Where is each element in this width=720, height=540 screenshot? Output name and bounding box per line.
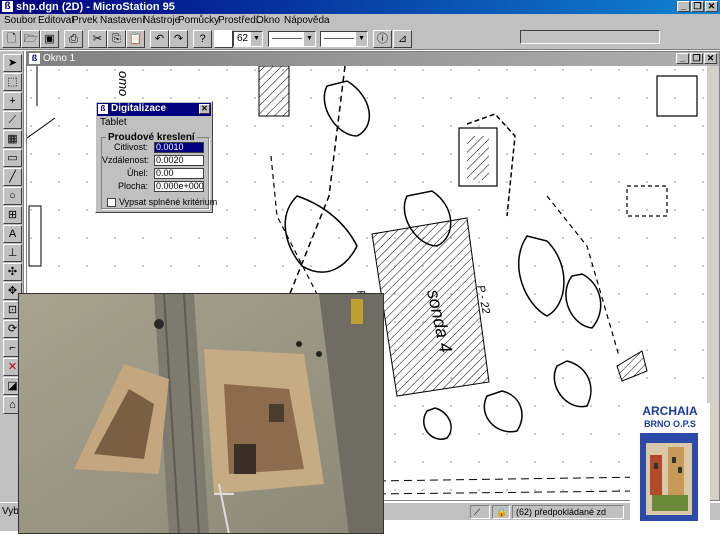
select-arrow-icon[interactable]: ➤ bbox=[3, 54, 22, 72]
view-close-button[interactable]: ✕ bbox=[704, 53, 717, 64]
aerial-photo-image bbox=[19, 294, 383, 533]
wall-fill bbox=[467, 136, 489, 180]
color-combo[interactable]: 62 ▼ bbox=[233, 31, 263, 47]
toolbar-right-pane bbox=[520, 30, 660, 44]
point-icon[interactable]: + bbox=[3, 92, 22, 110]
dialog-title: Digitalizace bbox=[111, 103, 167, 114]
menu-nastaveni[interactable]: Nastavení bbox=[100, 15, 145, 26]
line-weight-combo[interactable]: ――― 3 ▼ bbox=[320, 31, 368, 47]
help-icon[interactable]: ? bbox=[193, 30, 212, 48]
dialog-app-icon: ß bbox=[98, 104, 108, 114]
view-maximize-button[interactable]: ❐ bbox=[690, 53, 703, 64]
menu-editovat[interactable]: Editovat bbox=[38, 15, 74, 26]
level-icon[interactable]: ⊿ bbox=[393, 30, 412, 48]
digitalizace-dialog[interactable]: ß Digitalizace ✕ Tablet Proudové kreslen… bbox=[95, 101, 217, 213]
new-file-icon[interactable]: 🗋 bbox=[2, 30, 21, 48]
dimension-icon[interactable]: ⊥ bbox=[3, 244, 22, 262]
status-locks: (62) předpokládané zd bbox=[512, 505, 624, 519]
vypsat-checkbox[interactable] bbox=[107, 198, 116, 207]
app-title: shp.dgn (2D) - MicroStation 95 bbox=[16, 1, 175, 13]
menu-nastroje[interactable]: Nástroje bbox=[143, 15, 180, 26]
aerial-photo bbox=[18, 293, 384, 534]
modify-icon[interactable]: ⟋ bbox=[3, 111, 22, 129]
chevron-down-icon: ▼ bbox=[356, 32, 367, 46]
copy-icon[interactable]: ⎘ bbox=[107, 30, 126, 48]
rectangle-icon[interactable]: ▭ bbox=[3, 149, 22, 167]
line-style-combo[interactable]: ――― 0 ▼ bbox=[268, 31, 316, 47]
dialog-title-bar[interactable]: ß Digitalizace ✕ bbox=[97, 103, 211, 116]
chevron-down-icon: ▼ bbox=[304, 32, 315, 46]
minimize-button[interactable]: _ bbox=[677, 1, 690, 12]
menu-soubor[interactable]: Soubor bbox=[4, 15, 36, 26]
status-pen-icon[interactable]: ⟋ bbox=[470, 505, 490, 519]
citlivost-field[interactable]: 0.0010 bbox=[154, 142, 204, 153]
window-controls: _ ❐ ✕ bbox=[677, 1, 718, 12]
menu-prostredi[interactable]: Prostředí bbox=[218, 15, 259, 26]
dialog-menu-tablet[interactable]: Tablet bbox=[100, 117, 127, 128]
lock-icon[interactable]: 🔒 bbox=[492, 505, 510, 519]
omo-label: omo bbox=[116, 71, 131, 96]
vzdalenost-label: Vzdálenost: bbox=[102, 155, 150, 165]
uhel-field[interactable]: 0.00 bbox=[154, 168, 204, 179]
vypsat-checkbox-label: Vypsat splněné kritérium bbox=[119, 197, 218, 207]
snap-icon[interactable]: ✣ bbox=[3, 263, 22, 281]
menu-okno[interactable]: Okno bbox=[256, 15, 280, 26]
logo-castle-icon bbox=[640, 433, 698, 521]
chevron-down-icon: ▼ bbox=[251, 32, 262, 46]
line-weight-sample-icon: ――― bbox=[324, 33, 354, 44]
menu-pomucky[interactable]: Pomůcky bbox=[178, 15, 219, 26]
line-style-sample-icon: ――― bbox=[272, 33, 302, 44]
uhel-label: Úhel: bbox=[126, 168, 148, 178]
microstation-app-icon[interactable]: ß bbox=[2, 1, 13, 12]
view-minimize-button[interactable]: _ bbox=[676, 53, 689, 64]
line-icon[interactable]: ╱ bbox=[3, 168, 22, 186]
text-icon[interactable]: A bbox=[3, 225, 22, 243]
view-window-icon: ß bbox=[29, 53, 40, 64]
citlivost-label: Citlivost: bbox=[113, 142, 148, 152]
plocha-label: Plocha: bbox=[117, 181, 148, 191]
dialog-group-stream: Proudové kreslení Citlivost: 0.0010 Vzdá… bbox=[101, 132, 217, 209]
dialog-close-button[interactable]: ✕ bbox=[199, 104, 210, 114]
undo-icon[interactable]: ↶ bbox=[150, 30, 169, 48]
redo-icon[interactable]: ↷ bbox=[169, 30, 188, 48]
logo-subtitle: BRNO O.P.S bbox=[644, 419, 696, 429]
hatched-area bbox=[258, 66, 290, 117]
fence-icon[interactable]: ⬚ bbox=[3, 73, 22, 91]
menu-napoveda[interactable]: Nápověda bbox=[284, 15, 330, 26]
print-icon[interactable]: ⎙ bbox=[64, 30, 83, 48]
view-window-controls: _ ❐ ✕ bbox=[676, 53, 717, 64]
open-folder-icon[interactable]: 🗁 bbox=[21, 30, 40, 48]
info-icon[interactable]: ⓘ bbox=[373, 30, 392, 48]
cut-icon[interactable]: ✂ bbox=[88, 30, 107, 48]
logo-name: ARCHAIA bbox=[642, 404, 698, 418]
menu-prvek[interactable]: Prvek bbox=[72, 15, 98, 26]
circle-icon[interactable]: ○ bbox=[3, 187, 22, 205]
view-window-title: Okno 1 bbox=[43, 53, 76, 64]
paste-icon[interactable]: 📋 bbox=[126, 30, 145, 48]
view-window-title-bar[interactable]: ß Okno 1 _ ❐ ✕ bbox=[27, 52, 719, 66]
color-swatch-icon[interactable] bbox=[214, 30, 233, 48]
plocha-field[interactable]: 0.000e+000 bbox=[154, 181, 204, 192]
maximize-button[interactable]: ❐ bbox=[691, 1, 704, 12]
cell-icon[interactable]: ⊞ bbox=[3, 206, 22, 224]
save-icon[interactable]: ▣ bbox=[40, 30, 59, 48]
vzdalenost-field[interactable]: 0.0020 bbox=[154, 155, 204, 166]
pattern-icon[interactable]: ▦ bbox=[3, 130, 22, 148]
app-title-bar[interactable]: ß shp.dgn (2D) - MicroStation 95 _ ❐ ✕ bbox=[0, 0, 720, 14]
close-button[interactable]: ✕ bbox=[705, 1, 718, 12]
archaia-logo: ARCHAIA BRNO O.P.S bbox=[630, 403, 710, 521]
menu-bar: Soubor Editovat Prvek Nastavení Nástroje… bbox=[0, 14, 720, 28]
color-combo-value: 62 bbox=[237, 33, 249, 44]
